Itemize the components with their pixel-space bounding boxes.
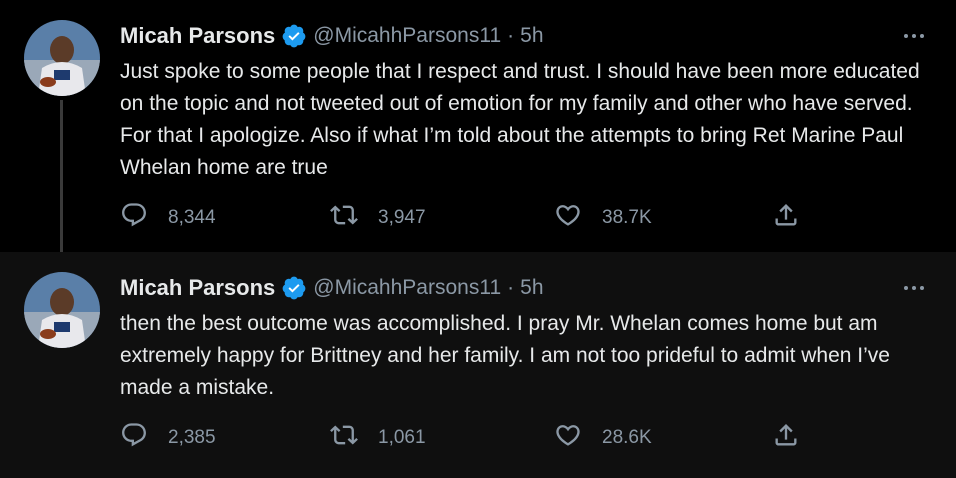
timestamp[interactable]: 5h [520, 24, 543, 48]
author-handle[interactable]: @MicahhParsons11 [313, 24, 501, 48]
tweet-text: Just spoke to some people that I respect… [120, 60, 920, 179]
retweet-count: 3,947 [378, 207, 426, 228]
separator-dot: · [507, 276, 515, 299]
more-options-icon[interactable] [902, 26, 926, 46]
like-button[interactable]: 38.7K [554, 202, 652, 234]
like-button[interactable]: 28.6K [554, 422, 652, 454]
like-icon [554, 201, 582, 235]
author-name[interactable]: Micah Parsons [120, 23, 275, 49]
share-button[interactable] [772, 202, 800, 234]
more-options-icon[interactable] [902, 278, 926, 298]
tweet-header: Micah Parsons @MicahhParsons11 · 5h [120, 274, 544, 302]
reply-icon [120, 201, 148, 235]
author-name[interactable]: Micah Parsons [120, 275, 275, 301]
retweet-count: 1,061 [378, 427, 426, 448]
reply-button[interactable]: 2,385 [120, 422, 216, 454]
tweet-2[interactable]: Micah Parsons @MicahhParsons11 · 5h then… [0, 252, 956, 478]
thread-connector-line [60, 100, 63, 272]
timestamp[interactable]: 5h [520, 276, 543, 300]
avatar[interactable] [24, 272, 100, 348]
share-icon [772, 421, 800, 455]
author-handle[interactable]: @MicahhParsons11 [313, 276, 501, 300]
retweet-icon [330, 201, 358, 235]
retweet-icon [330, 421, 358, 455]
retweet-button[interactable]: 1,061 [330, 422, 426, 454]
reply-button[interactable]: 8,344 [120, 202, 216, 234]
reply-icon [120, 421, 148, 455]
verified-badge-icon [281, 23, 307, 49]
like-count: 38.7K [602, 207, 652, 228]
tweet-actions: 2,385 1,061 28.6K [120, 422, 820, 454]
separator-dot: · [507, 24, 515, 47]
tweet-header: Micah Parsons @MicahhParsons11 · 5h [120, 22, 544, 50]
share-button[interactable] [772, 422, 800, 454]
tweet-actions: 8,344 3,947 38.7K [120, 202, 820, 234]
retweet-button[interactable]: 3,947 [330, 202, 426, 234]
share-icon [772, 201, 800, 235]
like-count: 28.6K [602, 427, 652, 448]
avatar[interactable] [24, 20, 100, 96]
like-icon [554, 421, 582, 455]
tweet-1[interactable]: Micah Parsons @MicahhParsons11 · 5h Just… [0, 0, 956, 272]
verified-badge-icon [281, 275, 307, 301]
reply-count: 2,385 [168, 427, 216, 448]
reply-count: 8,344 [168, 207, 216, 228]
tweet-text: then the best outcome was accomplished. … [120, 312, 890, 399]
